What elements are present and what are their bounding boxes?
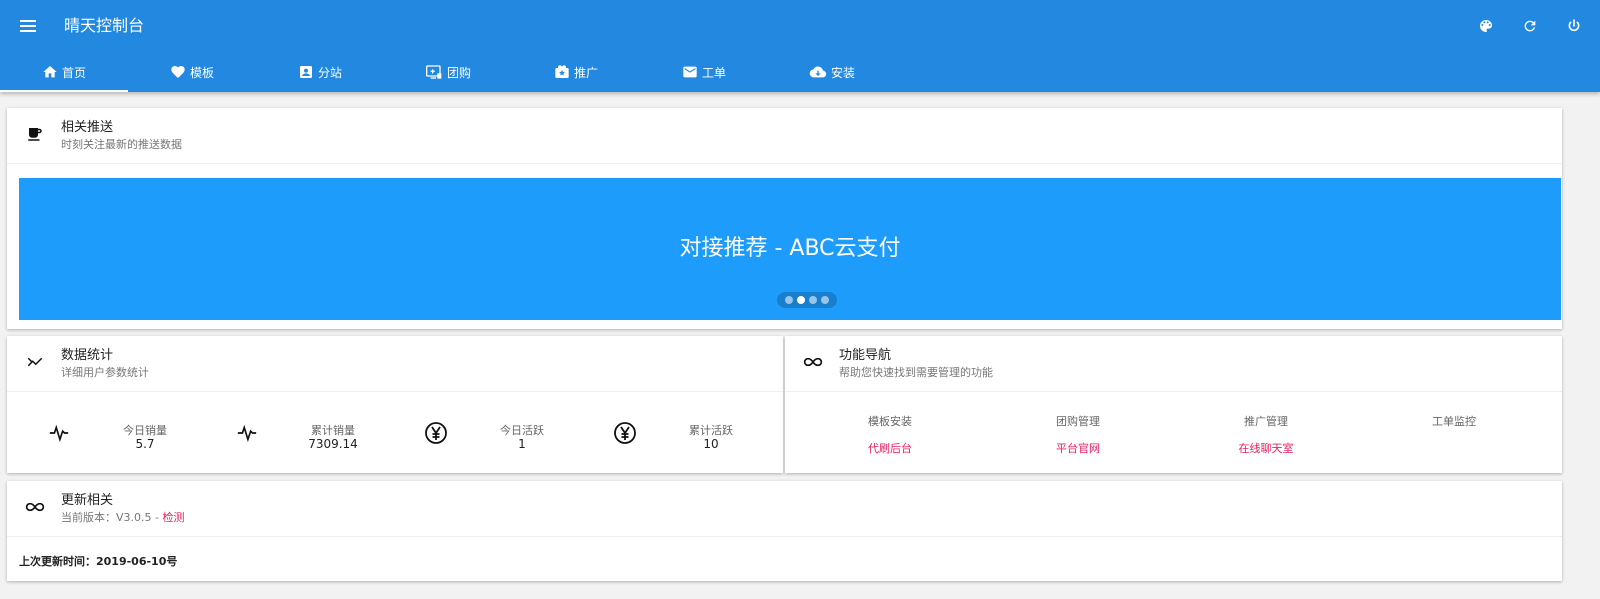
nav-template-install[interactable]: 模板安装 bbox=[795, 413, 985, 429]
tab-label: 推广 bbox=[573, 65, 598, 80]
push-card-header: 相关推送 时刻关注最新的推送数据 bbox=[7, 108, 1562, 164]
stats-row: 今日销量 5.7 累计销量 7309.14 今日活跃 1 累计活跃 10 bbox=[7, 393, 783, 473]
coffee-icon bbox=[25, 124, 45, 144]
refresh-icon[interactable] bbox=[1518, 14, 1542, 38]
tab-substations[interactable]: 分站 bbox=[256, 52, 384, 92]
nav-grid: 模板安装 团购管理 推广管理 工单监控 代刷后台 平台官网 在线聊天室 bbox=[785, 393, 1562, 473]
carousel-dot[interactable] bbox=[821, 296, 829, 304]
stats-card: 数据统计 详细用户参数统计 今日销量 5.7 累计销量 7309.14 今日活跃… bbox=[7, 336, 783, 473]
update-card: 更新相关 当前版本：V3.0.5 - 检测 上次更新时间：2019-06-10号 bbox=[7, 481, 1562, 581]
nav-card-header: 功能导航 帮助您快速找到需要管理的功能 bbox=[785, 336, 1562, 392]
check-update-link[interactable]: 检测 bbox=[162, 511, 184, 524]
stat-label: 累计销量 bbox=[311, 424, 355, 437]
card-title: 相关推送 bbox=[61, 120, 114, 135]
tab-label: 首页 bbox=[61, 65, 86, 80]
stat-total-active: 累计活跃 10 bbox=[585, 393, 777, 473]
stat-label: 累计活跃 bbox=[689, 424, 733, 437]
palette-icon[interactable] bbox=[1474, 14, 1498, 38]
nav-agent-backend[interactable]: 代刷后台 bbox=[795, 440, 985, 456]
card-subtitle: 时刻关注最新的推送数据 bbox=[61, 138, 182, 151]
nav-group-buy-manage[interactable]: 团购管理 bbox=[983, 413, 1173, 429]
stats-card-header: 数据统计 详细用户参数统计 bbox=[7, 336, 783, 392]
carousel-dot[interactable] bbox=[785, 296, 793, 304]
stat-value: 10 bbox=[703, 437, 719, 451]
app-title: 晴天控制台 bbox=[64, 16, 145, 35]
card-subtitle: 帮助您快速找到需要管理的功能 bbox=[839, 366, 993, 379]
stat-value: 1 bbox=[518, 437, 526, 451]
tab-label: 团购 bbox=[446, 65, 471, 80]
nav-card: 功能导航 帮助您快速找到需要管理的功能 模板安装 团购管理 推广管理 工单监控 … bbox=[785, 336, 1562, 473]
tab-promote[interactable]: 推广 bbox=[512, 52, 640, 92]
heart-icon bbox=[171, 66, 185, 78]
cloud-download-icon bbox=[809, 66, 827, 78]
stat-today-sales: 今日销量 5.7 bbox=[19, 393, 211, 473]
tab-label: 模板 bbox=[189, 65, 214, 80]
last-update-time: 上次更新时间：2019-06-10号 bbox=[19, 555, 178, 568]
nav-ticket-monitor[interactable]: 工单监控 bbox=[1359, 413, 1549, 429]
version-line: 当前版本：V3.0.5 - 检测 bbox=[61, 511, 184, 525]
yen-icon bbox=[613, 421, 637, 445]
carousel-dot[interactable] bbox=[809, 296, 817, 304]
stat-label: 今日销量 bbox=[123, 424, 167, 437]
trending-icon bbox=[25, 352, 45, 372]
stat-label: 今日活跃 bbox=[500, 424, 544, 437]
stat-value: 5.7 bbox=[135, 437, 155, 451]
pulse-icon bbox=[47, 421, 71, 445]
group-buy-icon bbox=[425, 65, 442, 79]
stat-total-sales: 累计销量 7309.14 bbox=[207, 393, 399, 473]
stat-value: 7309.14 bbox=[308, 437, 358, 451]
tab-label: 分站 bbox=[317, 65, 342, 80]
power-icon[interactable] bbox=[1562, 14, 1586, 38]
tab-group-buy[interactable]: 团购 bbox=[384, 52, 512, 92]
carousel-slide-text: 对接推荐 - ABC云支付 bbox=[679, 236, 901, 261]
tab-label: 安装 bbox=[830, 65, 855, 80]
tab-home[interactable]: 首页 bbox=[0, 52, 128, 92]
tab-label: 工单 bbox=[701, 65, 726, 80]
tab-tickets[interactable]: 工单 bbox=[640, 52, 768, 92]
carousel-dot[interactable] bbox=[797, 296, 805, 304]
promote-icon bbox=[555, 65, 569, 78]
card-subtitle: 详细用户参数统计 bbox=[61, 366, 149, 379]
nav-chat-room[interactable]: 在线聊天室 bbox=[1171, 440, 1361, 456]
contact-card-icon bbox=[299, 66, 312, 78]
tab-install[interactable]: 安装 bbox=[768, 52, 896, 92]
nav-promote-manage[interactable]: 推广管理 bbox=[1171, 413, 1361, 429]
home-icon bbox=[43, 66, 57, 78]
mail-icon bbox=[683, 66, 697, 78]
carousel-indicators bbox=[777, 292, 837, 308]
card-title: 数据统计 bbox=[61, 348, 114, 363]
main-tabs: 首页 模板 分站 团购 推广 工单 安装 bbox=[0, 52, 896, 92]
nav-official-site[interactable]: 平台官网 bbox=[983, 440, 1173, 456]
yen-icon bbox=[424, 421, 448, 445]
promo-carousel[interactable]: 对接推荐 - ABC云支付 bbox=[19, 178, 1561, 320]
update-card-header: 更新相关 当前版本：V3.0.5 - 检测 bbox=[7, 481, 1562, 537]
infinity-icon bbox=[803, 352, 823, 372]
card-title: 功能导航 bbox=[839, 348, 892, 363]
infinity-icon bbox=[25, 497, 45, 517]
current-version: 当前版本：V3.0.5 - bbox=[61, 511, 163, 524]
push-card: 相关推送 时刻关注最新的推送数据 对接推荐 - ABC云支付 bbox=[7, 108, 1562, 329]
menu-icon[interactable] bbox=[16, 14, 40, 38]
stat-today-active: 今日活跃 1 bbox=[396, 393, 588, 473]
card-title: 更新相关 bbox=[61, 493, 114, 508]
pulse-icon bbox=[235, 421, 259, 445]
tab-templates[interactable]: 模板 bbox=[128, 52, 256, 92]
app-bar: 晴天控制台 首页 模板 分站 团购 推广 工单 安装 bbox=[0, 0, 1600, 92]
